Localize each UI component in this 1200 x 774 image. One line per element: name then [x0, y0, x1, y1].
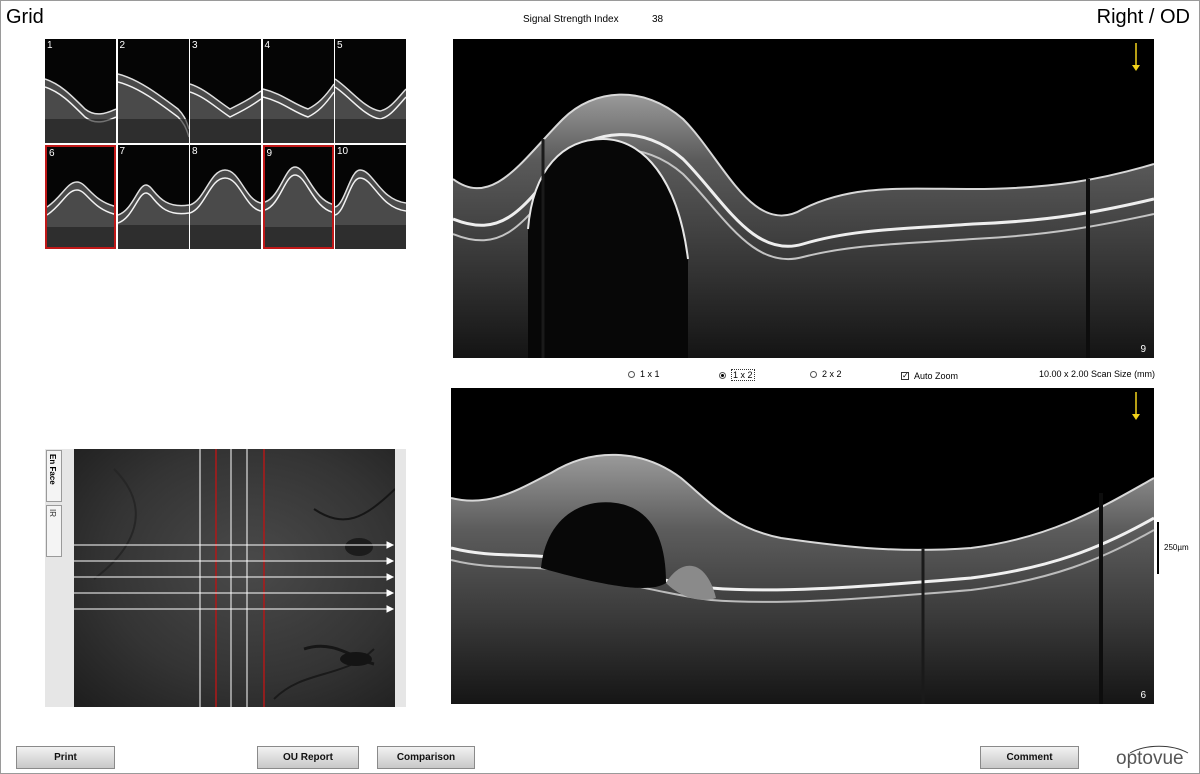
checkbox-checked-icon: ✓ [901, 371, 909, 380]
thumbnail-number: 7 [119, 145, 126, 157]
bscan-top[interactable]: 9 [453, 39, 1154, 358]
scan-size-label: 10.00 x 2.00 Scan Size (mm) [1039, 369, 1156, 379]
bscan-bottom-number: 6 [1140, 690, 1146, 701]
tab-enface[interactable]: En Face [46, 450, 62, 502]
thumbnail-image [335, 168, 406, 249]
tab-ir-label: IR [48, 509, 57, 517]
thumbnail-number: 3 [192, 40, 198, 51]
thumbnail-number: 5 [337, 40, 343, 51]
arrow-down-icon [1132, 414, 1140, 420]
bscan-bottom[interactable]: 6 [451, 388, 1154, 704]
thumbnail-number: 4 [264, 40, 271, 51]
thumbnail-image [117, 183, 189, 249]
layout-1x2-label: 1 x 2 [731, 369, 755, 381]
thumbnail-image [190, 168, 261, 249]
scan-thumbnail[interactable]: 5 [335, 39, 406, 143]
optovue-logo: optovue [1116, 744, 1192, 772]
layout-2x2-radio[interactable]: 2 x 2 [810, 369, 842, 379]
scale-bar-label: 250µm [1164, 543, 1189, 552]
thumbnail-number: 1 [47, 40, 53, 51]
scan-thumbnail[interactable]: 2 [117, 39, 189, 143]
ssi-value: 38 [652, 14, 664, 25]
thumbnail-number: 6 [49, 147, 55, 159]
arrow-down-icon [1132, 65, 1140, 71]
layout-1x1-label: 1 x 1 [640, 369, 660, 379]
thumbnail-image [262, 83, 334, 143]
auto-zoom-label: Auto Zoom [914, 371, 959, 381]
ou-report-button[interactable]: OU Report [257, 746, 359, 769]
layout-1x2-radio[interactable]: 1 x 2 [719, 369, 755, 381]
thumbnail-number: 8 [192, 145, 198, 157]
auto-zoom-checkbox[interactable]: ✓ Auto Zoom [901, 371, 958, 381]
logo-text: optovue [1116, 748, 1184, 769]
thumbnail-number: 9 [266, 147, 273, 159]
scale-bar [1157, 522, 1159, 574]
scan-thumbnail[interactable]: 9 [262, 144, 334, 249]
tab-enface-label: En Face [48, 454, 57, 485]
report-title: Grid [6, 6, 44, 28]
thumbnail-number: 2 [119, 40, 126, 51]
scan-thumbnail-grid: 1 2 3 4 5 6 7 8 9 10 [45, 39, 406, 249]
print-button[interactable]: Print [16, 746, 115, 769]
radio-icon [810, 370, 817, 378]
scan-thumbnail[interactable]: 4 [262, 39, 334, 143]
scan-thumbnail[interactable]: 3 [190, 39, 261, 143]
enface-image[interactable] [74, 449, 395, 707]
thumbnail-number: 10 [337, 145, 349, 157]
bscan-top-image [453, 43, 1154, 358]
thumbnail-image [264, 165, 332, 247]
enface-tab-strip: En Face IR [45, 449, 74, 707]
scan-thumbnail[interactable]: 1 [45, 39, 116, 143]
bscan-bottom-image [451, 392, 1154, 704]
scan-thumbnail[interactable]: 7 [117, 144, 189, 249]
radio-selected-icon [719, 371, 726, 379]
thumbnail-image [335, 78, 406, 143]
layout-2x2-label: 2 x 2 [822, 369, 842, 379]
bscan-top-number: 9 [1140, 344, 1146, 355]
enface-side-strip [395, 449, 406, 707]
thumbnail-image [190, 83, 261, 143]
ssi-label: Signal Strength Index [523, 14, 619, 25]
layout-1x1-radio[interactable]: 1 x 1 [628, 369, 660, 379]
scan-thumbnail[interactable]: 8 [190, 144, 261, 249]
eye-label: Right / OD [1096, 6, 1190, 28]
tab-ir[interactable]: IR [46, 505, 62, 557]
thumbnail-image [117, 73, 189, 143]
thumbnail-image [45, 78, 116, 143]
scan-thumbnail[interactable]: 6 [45, 144, 116, 249]
thumbnail-image [47, 180, 114, 247]
radio-icon [628, 370, 635, 378]
scan-thumbnail[interactable]: 10 [335, 144, 406, 249]
comment-button[interactable]: Comment [980, 746, 1079, 769]
comparison-button[interactable]: Comparison [377, 746, 475, 769]
enface-svg [74, 449, 395, 707]
